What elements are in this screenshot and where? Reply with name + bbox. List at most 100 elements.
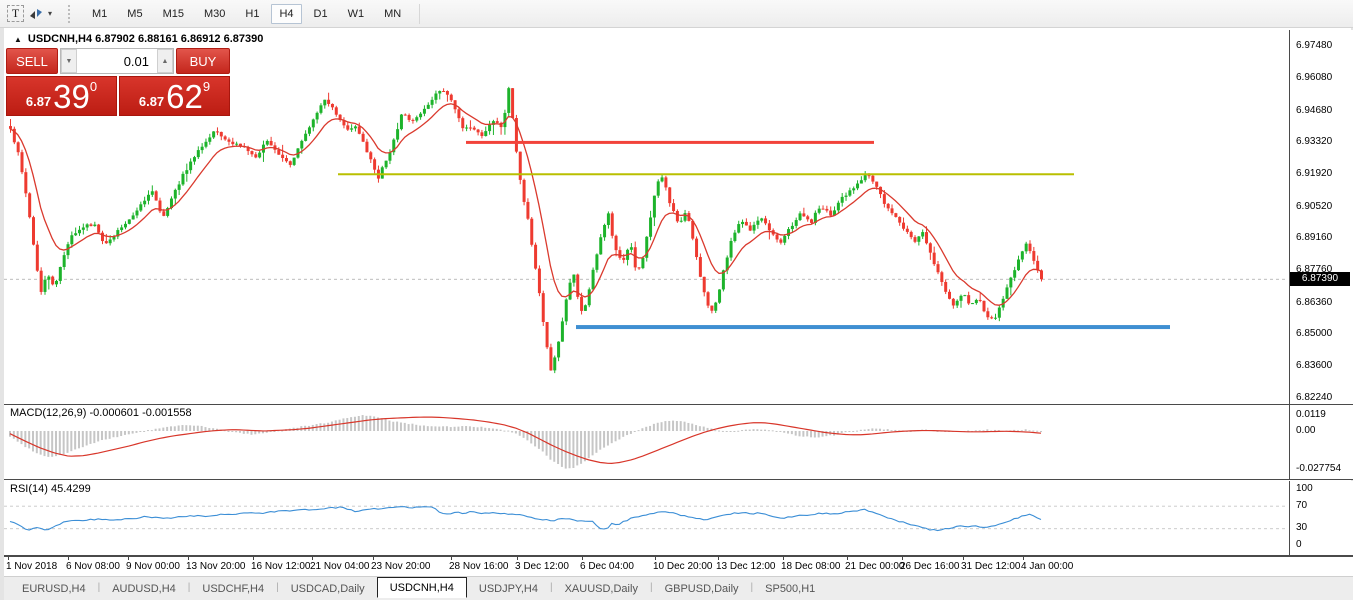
buy-price-prefix: 6.87 — [139, 92, 164, 112]
timeframe-group: M1M5M15M30H1H4D1W1MN — [82, 4, 411, 24]
rsi-panel: RSI(14) 45.4299 10070300 — [4, 481, 1353, 556]
price-tick-label: 6.90520 — [1296, 201, 1332, 212]
time-tick — [128, 557, 129, 560]
sell-price-big: 39 — [53, 82, 90, 112]
arrows-tool-icon — [28, 6, 44, 22]
chart-tab-audusd-h4[interactable]: AUDUSD,H4 — [100, 579, 188, 598]
time-tick — [718, 557, 719, 560]
chart-tab-bar: EURUSD,H4|AUDUSD,H4|USDCHF,H4|USDCAD,Dai… — [4, 576, 1353, 598]
chart-tab-usdchf-h4[interactable]: USDCHF,H4 — [190, 579, 276, 598]
time-tick-label: 26 Dec 16:00 — [900, 561, 960, 572]
time-tick — [253, 557, 254, 560]
sell-price-sup: 0 — [90, 81, 97, 93]
rsi-tick-label: 30 — [1296, 522, 1307, 533]
time-tick — [582, 557, 583, 560]
time-tick-label: 3 Dec 12:00 — [515, 561, 569, 572]
time-tick — [451, 557, 452, 560]
timeframe-button-w1[interactable]: W1 — [340, 4, 373, 24]
macd-label: MACD(12,26,9) -0.000601 -0.001558 — [10, 407, 192, 419]
time-tick-label: 21 Dec 00:00 — [845, 561, 905, 572]
price-tick-label: 6.83600 — [1296, 360, 1332, 371]
timeframe-button-m1[interactable]: M1 — [84, 4, 115, 24]
buy-price-tile[interactable]: 6.87 62 9 — [119, 76, 230, 116]
time-tick-label: 16 Nov 12:00 — [251, 561, 311, 572]
chart-tab-eurusd-h4[interactable]: EURUSD,H4 — [10, 579, 98, 598]
buy-price-sup: 9 — [203, 81, 210, 93]
time-tick-label: 13 Dec 12:00 — [716, 561, 776, 572]
current-price-tag: 6.87390 — [1290, 272, 1350, 286]
time-tick-label: 9 Nov 00:00 — [126, 561, 180, 572]
chart-tab-usdcad-daily[interactable]: USDCAD,Daily — [279, 579, 377, 598]
macd-tick-label: 0.00 — [1296, 425, 1315, 436]
timeframe-button-m15[interactable]: M15 — [155, 4, 192, 24]
time-tick-label: 23 Nov 20:00 — [371, 561, 431, 572]
macd-chart-canvas[interactable] — [4, 405, 1288, 479]
timeframe-button-m30[interactable]: M30 — [196, 4, 233, 24]
time-tick-label: 6 Nov 08:00 — [66, 561, 120, 572]
time-tick — [312, 557, 313, 560]
time-tick-label: 10 Dec 20:00 — [653, 561, 713, 572]
arrows-tool-button[interactable]: ▾ — [28, 3, 52, 25]
toolbar-separator — [419, 4, 420, 24]
chart-tab-sp500-h1[interactable]: SP500,H1 — [753, 579, 827, 598]
text-tool-icon: T — [7, 5, 24, 22]
time-tick — [517, 557, 518, 560]
rsi-axis[interactable]: 10070300 — [1289, 481, 1351, 555]
sell-price-tile[interactable]: 6.87 39 0 — [6, 76, 117, 116]
macd-tick-label: 0.0119 — [1296, 409, 1326, 420]
price-axis[interactable]: 6.974806.960806.946806.933206.919206.905… — [1289, 30, 1351, 404]
time-tick — [8, 557, 9, 560]
time-tick-label: 4 Jan 00:00 — [1021, 561, 1073, 572]
sell-price-prefix: 6.87 — [26, 92, 51, 112]
macd-tick-label: -0.027754 — [1296, 463, 1341, 474]
rsi-tick-label: 0 — [1296, 539, 1302, 550]
time-tick-label: 13 Nov 20:00 — [186, 561, 246, 572]
toolbar-grip[interactable] — [68, 5, 72, 23]
volume-input[interactable]: 0.01 — [77, 49, 157, 73]
one-click-trading-panel: SELL ▼ 0.01 ▲ BUY 6.87 39 0 6.87 62 9 — [6, 48, 230, 116]
price-tick-label: 6.85000 — [1296, 328, 1332, 339]
volume-increase-button[interactable]: ▲ — [157, 49, 173, 73]
timeframe-button-m5[interactable]: M5 — [119, 4, 150, 24]
sell-button[interactable]: SELL — [6, 48, 58, 74]
price-tick-label: 6.86360 — [1296, 297, 1332, 308]
chart-tab-xauusd-daily[interactable]: XAUUSD,Daily — [553, 579, 650, 598]
buy-button[interactable]: BUY — [176, 48, 230, 74]
volume-decrease-button[interactable]: ▼ — [61, 49, 77, 73]
chart-title: ▲ USDCNH,H4 6.87902 6.88161 6.86912 6.87… — [14, 33, 263, 45]
timeframe-button-h1[interactable]: H1 — [237, 4, 267, 24]
price-tick-label: 6.93320 — [1296, 136, 1332, 147]
timeframe-button-mn[interactable]: MN — [376, 4, 409, 24]
time-tick — [188, 557, 189, 560]
text-tool-button[interactable]: T — [7, 3, 24, 25]
chart-tab-usdjpy-h4[interactable]: USDJPY,H4 — [467, 579, 550, 598]
chart-tab-gbpusd-daily[interactable]: GBPUSD,Daily — [653, 579, 751, 598]
time-tick — [655, 557, 656, 560]
price-tick-label: 6.97480 — [1296, 40, 1332, 51]
time-axis[interactable]: 1 Nov 20186 Nov 08:009 Nov 00:0013 Nov 2… — [4, 556, 1353, 576]
buy-price-big: 62 — [166, 82, 203, 112]
time-tick-label: 6 Dec 04:00 — [580, 561, 634, 572]
rsi-label: RSI(14) 45.4299 — [10, 483, 91, 495]
time-tick — [963, 557, 964, 560]
chart-tab-usdcnh-h4[interactable]: USDCNH,H4 — [377, 577, 467, 598]
price-tick-label: 6.96080 — [1296, 72, 1332, 83]
time-tick-label: 31 Dec 12:00 — [961, 561, 1021, 572]
timeframe-button-d1[interactable]: D1 — [306, 4, 336, 24]
rsi-chart-canvas[interactable] — [4, 481, 1288, 554]
price-tick-label: 6.89160 — [1296, 232, 1332, 243]
chart-title-text: USDCNH,H4 6.87902 6.88161 6.86912 6.8739… — [28, 33, 263, 45]
top-toolbar: T ▾ M1M5M15M30H1H4D1W1MN — [0, 0, 1353, 28]
price-panel: ▲ USDCNH,H4 6.87902 6.88161 6.86912 6.87… — [4, 30, 1353, 404]
macd-axis[interactable]: 0.0119 0.00 -0.027754 — [1289, 405, 1351, 479]
macd-panel: MACD(12,26,9) -0.000601 -0.001558 0.0119… — [4, 404, 1353, 480]
time-tick-label: 28 Nov 16:00 — [449, 561, 509, 572]
chart-window: ▲ USDCNH,H4 6.87902 6.88161 6.86912 6.87… — [0, 28, 1353, 600]
collapse-arrow-icon[interactable]: ▲ — [14, 35, 22, 44]
timeframe-button-h4[interactable]: H4 — [271, 4, 301, 24]
time-tick-label: 18 Dec 08:00 — [781, 561, 841, 572]
time-tick — [68, 557, 69, 560]
time-tick — [1023, 557, 1024, 560]
time-tick — [373, 557, 374, 560]
time-tick — [847, 557, 848, 560]
